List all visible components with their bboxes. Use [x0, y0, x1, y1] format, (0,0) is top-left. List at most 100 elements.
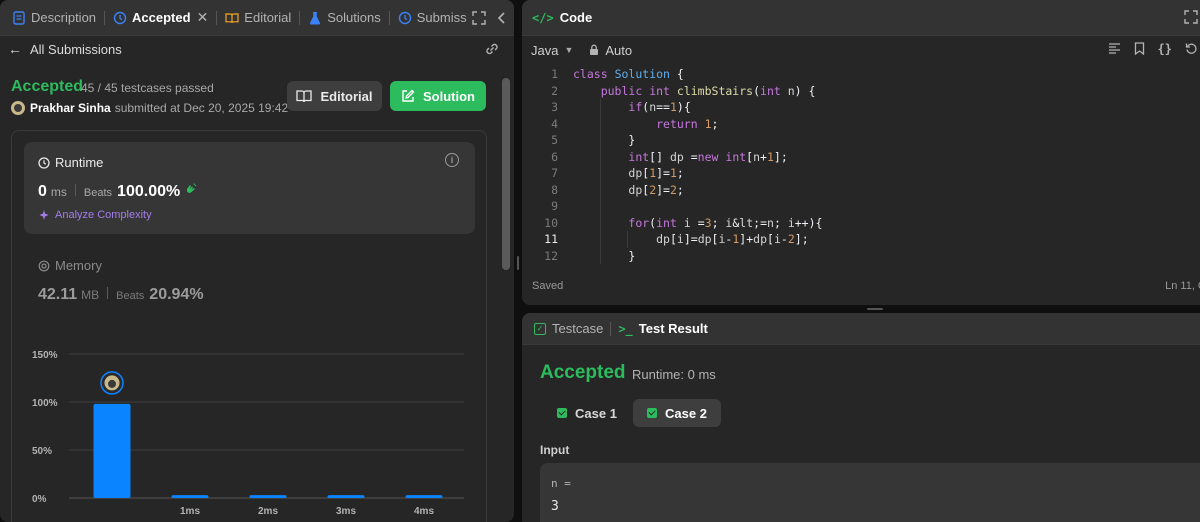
maximize-icon[interactable] — [472, 11, 486, 25]
runtime-label: Runtime — [38, 155, 103, 170]
runtime-unit: ms — [50, 185, 67, 199]
code-line[interactable]: 10 for(int i =3; i&lt;=n; i++){ — [522, 215, 1200, 232]
code-line[interactable]: 7 dp[1]=1; — [522, 165, 1200, 182]
y-tick-label: 50% — [32, 446, 52, 457]
code-panel-header: </> Code — [522, 0, 1200, 36]
clap-icon — [187, 183, 197, 193]
chip-icon — [38, 260, 50, 271]
code-text: } — [573, 133, 636, 147]
memory-beats-value: 20.94% — [149, 286, 204, 303]
terminal-icon: >_ — [618, 321, 633, 336]
editorial-button[interactable]: Editorial — [287, 81, 382, 111]
line-number: 8 — [551, 182, 558, 197]
memory-label[interactable]: Memory — [38, 258, 102, 273]
solution-button[interactable]: Solution — [390, 81, 486, 111]
line-number: 10 — [544, 215, 558, 230]
link-icon[interactable] — [484, 42, 500, 56]
code-line[interactable]: 6 int[] dp =new int[n+1]; — [522, 149, 1200, 166]
description-icon — [13, 10, 25, 25]
braces-icon[interactable]: {} — [1158, 42, 1172, 56]
splitter-grip[interactable] — [867, 308, 883, 310]
tab-divider — [388, 10, 390, 25]
all-submissions-link[interactable]: All Submissions — [30, 42, 122, 57]
book-icon — [296, 90, 313, 103]
arrow-left-icon[interactable]: ← — [8, 41, 22, 57]
tab-solutions[interactable]: Solutions — [302, 0, 386, 36]
case-2-tab[interactable]: Case 2 — [633, 399, 721, 427]
result-status: Accepted — [540, 362, 626, 383]
code-text: dp[1]=1; — [628, 166, 684, 180]
memory-value: 42.11 — [38, 286, 78, 303]
code-text: return 1; — [656, 116, 719, 131]
code-line[interactable]: 1 class Solution { — [522, 66, 1200, 83]
chart-bar[interactable] — [171, 495, 209, 498]
tab-submissions-label: Submiss — [416, 10, 467, 25]
runtime-distribution-chart: 150% 100% 50% 0% 1ms 2ms 3ms 4ms — [32, 350, 464, 517]
editorial-button-label: Editorial — [320, 88, 373, 104]
code-line[interactable]: 2 public int climbStairs(int n) { — [522, 83, 1200, 100]
avatar[interactable] — [11, 101, 25, 115]
chart-bar[interactable] — [327, 495, 365, 498]
code-line[interactable]: 5 } — [522, 132, 1200, 149]
code-icon: </> — [532, 10, 554, 25]
cursor-position: Ln 11, Co — [1165, 280, 1200, 292]
line-number: 4 — [551, 116, 558, 131]
runtime-beats-label: Beats — [83, 187, 113, 199]
code-line[interactable]: 8 dp[2]=2; — [522, 182, 1200, 199]
submitter-name[interactable]: Prakhar Sinha — [30, 101, 111, 115]
chart-bar[interactable] — [93, 403, 131, 498]
code-line[interactable]: 12 } — [522, 248, 1200, 265]
code-line[interactable]: 3 if(n==1){ — [522, 99, 1200, 116]
horizontal-splitter[interactable] — [522, 305, 1200, 313]
vertical-splitter[interactable] — [514, 0, 522, 522]
tab-testcase[interactable]: ✓ Testcase — [534, 321, 603, 336]
divider — [74, 184, 76, 196]
tab-editorial[interactable]: Editorial — [219, 0, 297, 36]
code-line[interactable]: 11 dp[i]=dp[i-1]+dp[i-2]; — [522, 231, 1200, 248]
avatar-marker-figure — [108, 379, 116, 388]
case-1-tab[interactable]: Case 1 — [543, 399, 631, 427]
auto-mode[interactable]: Auto — [589, 43, 632, 58]
case-2-label: Case 2 — [665, 405, 707, 421]
line-number: 2 — [551, 83, 558, 98]
info-icon[interactable]: i — [445, 153, 459, 167]
bookmark-icon[interactable] — [1134, 42, 1145, 55]
submission-status: Accepted — [11, 78, 84, 95]
memory-beats-label: Beats — [116, 290, 145, 302]
chart-bar[interactable] — [405, 495, 443, 498]
sparkle-icon — [39, 210, 49, 220]
memory-unit: MB — [81, 288, 100, 302]
close-icon[interactable]: ✕ — [197, 9, 209, 26]
code-editor[interactable]: 1 class Solution {2 public int climbStair… — [522, 66, 1200, 266]
tab-test-result-label: Test Result — [638, 321, 708, 336]
chart-bar[interactable] — [249, 495, 287, 498]
tab-divider — [299, 10, 301, 25]
code-panel-title: Code — [559, 10, 593, 25]
runtime-beats-value: 100.00% — [117, 183, 181, 200]
code-line[interactable]: 4 return 1; — [522, 116, 1200, 133]
result-runtime: Runtime: 0 ms — [632, 367, 716, 382]
analyze-complexity-link[interactable]: Analyze Complexity — [38, 209, 152, 221]
line-number: 5 — [551, 133, 558, 147]
all-submissions-bar: ← All Submissions — [0, 36, 514, 62]
code-line[interactable]: 9 — [522, 198, 1200, 215]
line-number: 9 — [551, 199, 558, 213]
tab-accepted[interactable]: Accepted ✕ — [107, 0, 214, 36]
tab-test-result[interactable]: >_ Test Result — [618, 321, 708, 336]
code-text: dp[i]=dp[i-1]+dp[i-2]; — [656, 232, 809, 246]
maximize-icon[interactable] — [1184, 10, 1198, 24]
chevron-down-icon: ▼ — [564, 45, 574, 55]
language-select[interactable]: Java ▼ — [531, 43, 573, 58]
checkbox-icon: ✓ — [534, 322, 546, 335]
format-icon[interactable] — [1108, 42, 1121, 55]
scrollbar[interactable] — [502, 78, 510, 270]
reset-icon[interactable] — [1185, 42, 1198, 55]
code-text: } — [573, 248, 636, 263]
book-icon — [225, 12, 239, 23]
splitter-grip[interactable] — [517, 256, 519, 270]
tab-description[interactable]: Description — [6, 0, 102, 36]
tab-submissions[interactable]: Submiss — [392, 0, 473, 36]
clock-icon — [38, 156, 50, 169]
chevron-left-icon[interactable] — [496, 11, 508, 25]
line-number: 7 — [551, 166, 558, 180]
